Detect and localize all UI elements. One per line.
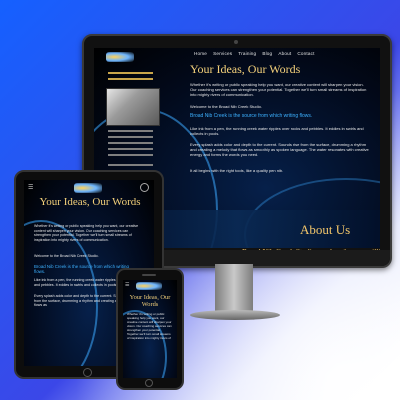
welcome-paragraph: Welcome to the Broad Nib Creek Studio. [190,104,262,109]
search-icon[interactable] [140,183,149,192]
main-nav: Home Services Training Blog About Contac… [194,51,315,56]
sidebar-text-line [108,136,153,138]
sidebar-link[interactable] [108,72,153,74]
welcome-paragraph: Welcome to the Broad Nib Creek Studio. [34,254,99,258]
sidebar-text-line [108,164,153,166]
page-title: Your Ideas, Our Words [190,62,301,76]
page-title: Your Ideas, Our Words [129,294,171,308]
splash-paragraph: Every splash adds color and depth to the… [190,142,369,158]
sidebar-text-line [108,130,153,132]
phone-home-button[interactable] [145,379,153,387]
tools-paragraph: It all begins with the right tools, like… [190,168,284,173]
site-logo[interactable] [136,282,162,290]
about-heading: About Us [300,222,351,237]
page-title: Your Ideas, Our Words [39,196,141,208]
nav-blog[interactable]: Blog [262,51,272,56]
site-logo[interactable] [106,52,134,62]
nav-home[interactable]: Home [194,51,207,56]
tablet-home-button[interactable] [83,368,92,377]
sidebar-text-line [108,154,153,156]
menu-icon[interactable]: ☰ [28,184,33,191]
nav-training[interactable]: Training [238,51,256,56]
monitor-stand-neck [215,264,253,312]
camera-icon [234,40,238,44]
sidebar-text-line [108,148,153,150]
intro-paragraph: Whether it's writing or public speaking … [190,82,367,98]
phone-screen: ☰ Your Ideas, Our Words Whether it's wri… [123,280,177,378]
sidebar-link[interactable] [108,78,153,80]
nav-services[interactable]: Services [213,51,232,56]
phone-device: ☰ Your Ideas, Our Words Whether it's wri… [116,268,184,390]
highlight-text: Broad Nib Creek is the source from which… [190,113,313,119]
menu-icon[interactable]: ☰ [125,282,129,288]
nav-contact[interactable]: Contact [297,51,314,56]
intro-paragraph: Whether it's writing or public speaking … [34,224,139,242]
site-logo[interactable] [74,183,102,193]
sidebar-text-line [108,142,153,144]
monitor-stand-base [190,310,280,320]
hero-photo [106,88,160,126]
nav-about[interactable]: About [278,51,291,56]
ink-paragraph: Like ink from a pen, the running creek w… [190,126,364,137]
speaker-grille [142,274,156,276]
intro-paragraph: Whether it's writing or public speaking … [127,312,172,340]
